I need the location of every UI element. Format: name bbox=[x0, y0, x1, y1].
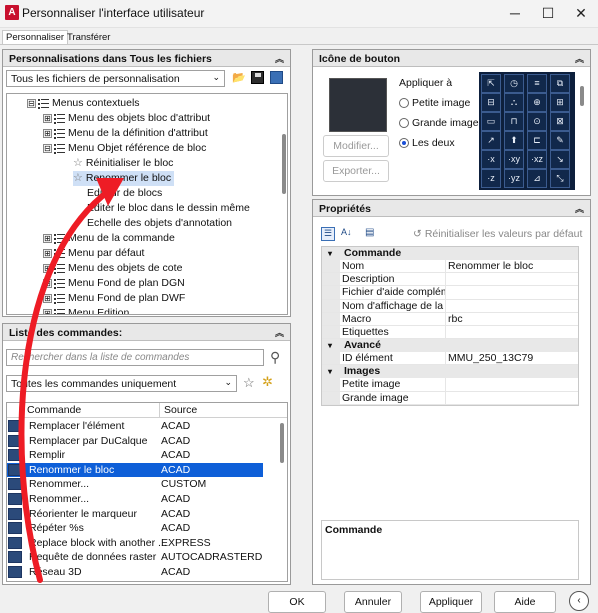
red-arrow-annotation bbox=[18, 178, 124, 583]
arrow-shaft bbox=[18, 187, 113, 583]
